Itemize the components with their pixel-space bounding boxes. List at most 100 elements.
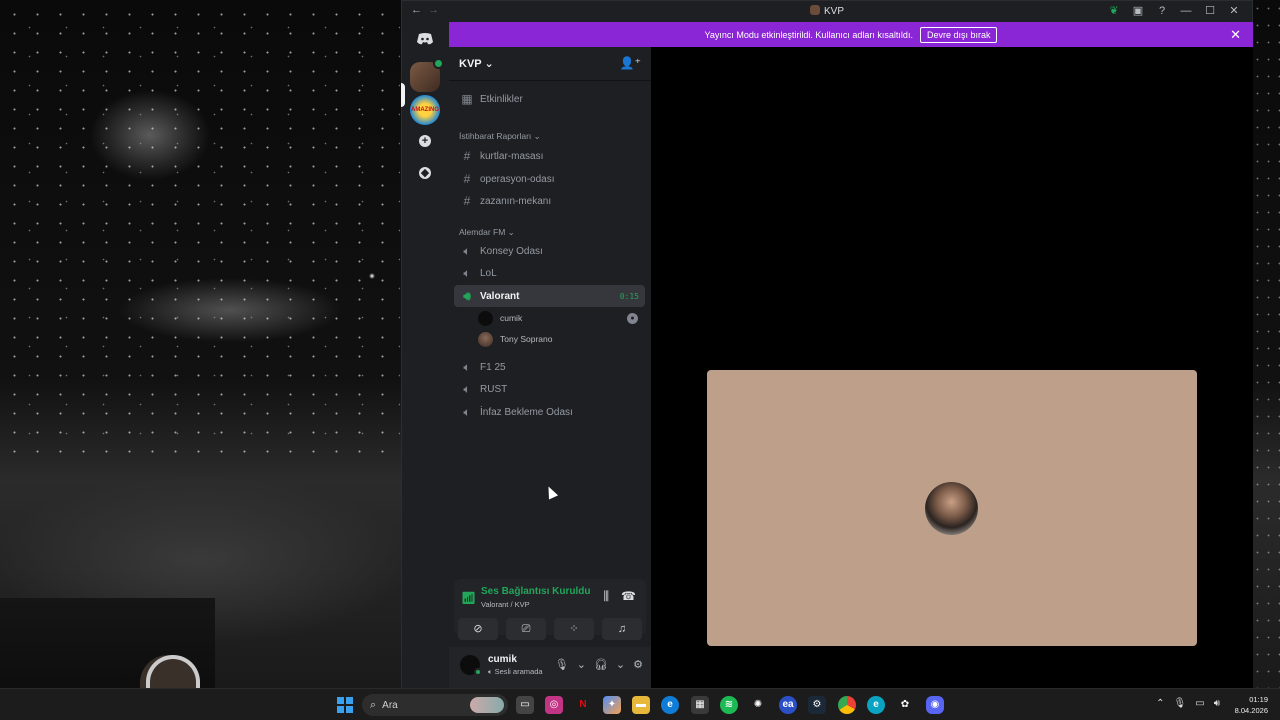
display-icon[interactable]: ▭ — [1195, 698, 1204, 709]
speaker-icon: 🔊︎ — [463, 288, 471, 303]
server-kvp-icon[interactable] — [410, 58, 444, 92]
maximize-icon[interactable]: ☐ — [1198, 3, 1222, 20]
voice-channel-f1-25[interactable]: 🔈︎ F1 25 — [454, 356, 645, 378]
participant-avatar — [925, 482, 978, 535]
system-tray: ⌃ 🎙︎ ▭ 🔊︎ — [1156, 698, 1220, 709]
clock[interactable]: 01:19 8.04.2026 — [1235, 694, 1268, 716]
banner-close-icon[interactable]: ✕ — [1230, 27, 1241, 43]
voice-stage — [651, 47, 1253, 688]
voice-active-dot — [433, 58, 444, 69]
banner-message: Yayıncı Modu etkinleştirildi. Kullanıcı … — [704, 29, 913, 40]
avatar — [478, 331, 493, 347]
netflix-icon[interactable]: N — [574, 696, 592, 714]
discord-window: ← → KVP ❦ ▣ ? — ☐ ✕ AMAZING + ◆ Yayıncı … — [401, 0, 1253, 688]
voice-member[interactable]: Tony Soprano — [478, 329, 638, 349]
discover-icon[interactable]: ◆ — [410, 158, 440, 188]
speaker-icon: 🔈︎ — [463, 359, 471, 374]
discord-home-icon[interactable] — [410, 24, 440, 54]
voice-channel-valorant[interactable]: 🔊︎ Valorant 0:15 — [454, 285, 645, 307]
help-icon[interactable]: ? — [1150, 3, 1174, 20]
voice-panel-icons: ⫼ ☎ — [604, 589, 636, 604]
voice-member[interactable]: cumik ● — [478, 308, 638, 328]
chevron-down-icon[interactable]: ⌄ — [616, 658, 625, 671]
microphone-tray-icon[interactable]: 🎙︎ — [1174, 698, 1187, 709]
browser-icon[interactable]: e — [867, 696, 885, 714]
voice-channel-konsey-odasi[interactable]: 🔈︎ Konsey Odası — [454, 240, 645, 262]
disconnect-icon[interactable]: ☎ — [621, 589, 636, 604]
voice-status[interactable]: Ses Bağlantısı Kuruldu — [481, 586, 590, 597]
copilot-icon[interactable]: ✦ — [603, 696, 621, 714]
category-alemdar-fm[interactable]: Alemdar FM ⌄ — [459, 227, 515, 238]
server-list: AMAZING + ◆ — [401, 22, 449, 688]
speaker-icon: 🔈︎ — [463, 404, 471, 419]
signal-icon[interactable]: 📶︎ — [461, 591, 476, 605]
minimize-icon[interactable]: — — [1174, 3, 1198, 20]
hashtag-icon: # — [463, 194, 471, 208]
chrome-icon[interactable] — [838, 696, 856, 714]
avatar — [478, 310, 493, 326]
task-view-icon[interactable]: ▭ — [516, 696, 534, 714]
participant-tile[interactable] — [707, 370, 1197, 646]
discord-taskbar-icon[interactable]: ◉ — [926, 696, 944, 714]
close-icon[interactable]: ✕ — [1222, 3, 1246, 20]
soundboard-icon[interactable]: ♫ — [602, 618, 642, 640]
ea-icon[interactable]: ea — [779, 696, 797, 714]
wallpaper-stars-right — [1252, 0, 1280, 688]
user-name[interactable]: cumik — [488, 654, 517, 665]
file-explorer-icon[interactable]: ▬ — [632, 696, 650, 714]
online-status-dot — [474, 668, 482, 676]
user-panel: cumik 🔈︎ Sesli aramada 🎙︎ ⌄ 🎧︎ ⌄ ⚙ — [449, 647, 651, 688]
screen-share-icon[interactable]: ⎚ — [506, 618, 546, 640]
voice-location[interactable]: Valorant / KVP — [481, 600, 530, 609]
hashtag-icon: # — [463, 149, 471, 163]
windows-start-icon[interactable] — [337, 697, 353, 713]
microphone-icon[interactable]: 🎙︎ — [555, 658, 569, 671]
leaf-icon[interactable]: ❦ — [1102, 3, 1126, 20]
channel-operasyon-odasi[interactable]: # operasyon-odası — [454, 168, 645, 190]
activity-icon: ● — [627, 312, 638, 324]
chevron-up-icon[interactable]: ⌃ — [1156, 698, 1164, 709]
chatgpt-icon[interactable]: ✺ — [749, 696, 767, 714]
server-header[interactable]: KVP ⌄ 👤⁺ — [449, 47, 651, 81]
server-amazing-logo: AMAZING — [411, 107, 439, 113]
channel-zazanin-mekani[interactable]: # zazanın-mekanı — [454, 190, 645, 212]
selected-server-pill — [401, 83, 405, 107]
camera-off-icon[interactable]: ⊘ — [458, 618, 498, 640]
add-server-icon[interactable]: + — [410, 126, 440, 156]
speaker-icon: 🔈︎ — [463, 265, 471, 280]
channel-kurtlar-masasi[interactable]: # kurtlar-masası — [454, 145, 645, 167]
instagram-icon[interactable]: ◎ — [545, 696, 563, 714]
app-icon[interactable]: ✿ — [896, 696, 914, 714]
settings-gear-icon[interactable]: ⚙ — [633, 658, 643, 671]
streamer-mode-banner: Yayıncı Modu etkinleştirildi. Kullanıcı … — [449, 22, 1253, 47]
server-amazing-icon[interactable]: AMAZING — [410, 95, 440, 125]
volume-icon[interactable]: 🔊︎ — [1214, 698, 1220, 709]
user-controls: 🎙︎ ⌄ 🎧︎ ⌄ ⚙ — [555, 658, 643, 671]
invite-people-icon[interactable]: 👤⁺ — [620, 56, 641, 70]
hashtag-icon: # — [463, 172, 471, 186]
category-istihbarat[interactable]: İstihbarat Raporları ⌄ — [459, 131, 541, 142]
disable-streamer-mode-button[interactable]: Devre dışı bırak — [919, 26, 998, 43]
voice-channel-lol[interactable]: 🔈︎ LoL — [454, 262, 645, 284]
chevron-down-icon[interactable]: ⌄ — [577, 658, 586, 671]
voice-channel-rust[interactable]: 🔈︎ RUST — [454, 378, 645, 400]
events-item[interactable]: ▦ Etkinlikler — [454, 88, 645, 110]
noise-suppression-icon[interactable]: ⫼ — [604, 589, 610, 604]
activities-icon[interactable]: ⁘ — [554, 618, 594, 640]
server-mini-icon — [809, 5, 820, 15]
channel-sidebar: KVP ⌄ 👤⁺ ▦ Etkinlikler İstihbarat Raporla… — [449, 47, 651, 688]
steam-icon[interactable]: ⚙ — [808, 696, 826, 714]
voice-channel-infaz-bekleme-odasi[interactable]: 🔈︎ İnfaz Bekleme Odası — [454, 401, 645, 423]
title-bar-icons: ❦ ▣ ? — ☐ ✕ — [1102, 3, 1246, 20]
inbox-icon[interactable]: ▣ — [1126, 3, 1150, 20]
store-icon[interactable]: ▦ — [691, 696, 709, 714]
calendar-icon: ▦ — [461, 92, 473, 106]
edge-icon[interactable]: e — [661, 696, 679, 714]
title-bar: ← → KVP ❦ ▣ ? — ☐ ✕ — [402, 1, 1252, 22]
spotify-icon[interactable]: ≋ — [720, 696, 738, 714]
headphones-icon[interactable]: 🎧︎ — [594, 658, 608, 671]
windows-taskbar: ⌕ Ara ▭ ◎ N ✦ ▬ e ▦ ≋ ✺ ea ⚙ e ✿ ◉ ⌃ 🎙︎ … — [0, 688, 1280, 720]
wallpaper-stars — [0, 0, 400, 460]
taskbar-search[interactable]: ⌕ Ara — [362, 694, 508, 716]
voice-actions: ⊘ ⎚ ⁘ ♫ — [454, 618, 646, 642]
